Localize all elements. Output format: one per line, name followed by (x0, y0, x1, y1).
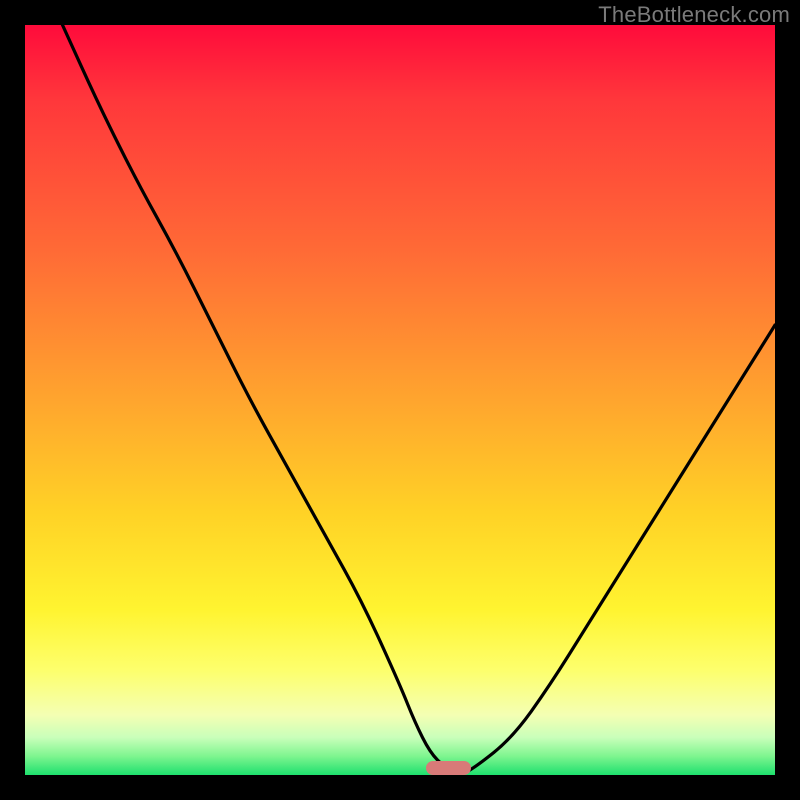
optimal-region-marker (426, 761, 471, 775)
chart-frame: TheBottleneck.com (0, 0, 800, 800)
bottleneck-curve (25, 25, 775, 775)
plot-area (25, 25, 775, 775)
